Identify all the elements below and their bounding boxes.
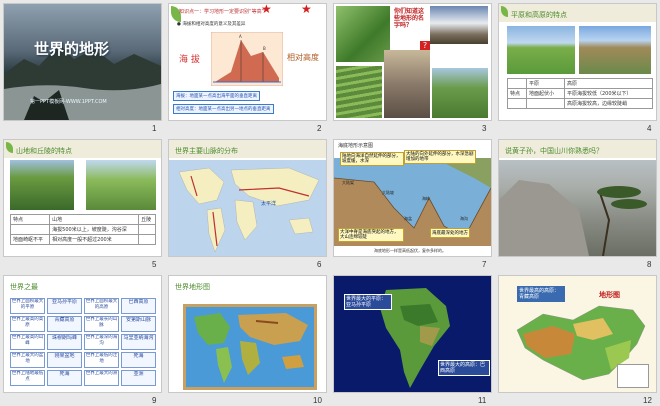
slide-number: 2 — [317, 124, 322, 133]
star-icon: ★ — [301, 4, 312, 16]
hill-photo — [86, 160, 156, 210]
slide-thumbnail-8[interactable]: 说黄子孙，中国山川你熟悉吗？ — [499, 140, 656, 256]
slide-heading: 世界主要山脉的分布 — [175, 147, 238, 155]
record-cell: 世界上最大的盆地 — [10, 352, 45, 368]
plateau-photo — [579, 26, 651, 74]
record-cell: 死海 — [47, 370, 82, 386]
slide-thumbnail-7[interactable]: 海底地形示意图 陆地向海洋自然延伸的部分，坡度缓，水深 大陆的向外延伸的部分，水… — [334, 140, 491, 256]
slide-subtitle: 第一PPT模板网-WWW.1PPT.COM — [30, 99, 107, 105]
label-shelf: 大陆架 — [342, 180, 354, 185]
plain-photo — [507, 26, 575, 74]
snow-mountain-photo — [430, 6, 488, 44]
record-cell: 珠穆朗玛峰 — [47, 334, 82, 350]
slide-number: 7 — [482, 260, 487, 269]
slide-caption: 海底地形一样是高低起伏，复杂多样的。 — [374, 248, 446, 253]
canyon-photo — [384, 50, 430, 118]
slide-thumbnail-4[interactable]: 平原和高原的特点 平原 高原 特点 地面起伏小 平原海拔较低（200米以下） 高原海拔… — [499, 4, 656, 120]
callout-trench: 海底最深处的地方 — [430, 228, 470, 238]
slide-number: 9 — [152, 396, 157, 405]
map-inset — [617, 364, 649, 388]
mountain-photo — [10, 160, 74, 210]
record-cell: 世界上最深的海沟 — [84, 334, 119, 350]
record-cell: 世界上最高的高原 — [10, 316, 45, 332]
hills-photo — [432, 68, 488, 118]
slide-thumbnail-5[interactable]: 山地和丘陵的特点 特点 山地 丘陵 海拔500米以上，坡度陡，沟谷深 地面崎岖不平相… — [4, 140, 161, 256]
callout-continental-shelf: 陆地向海洋自然延伸的部分，坡度缓，水深 — [340, 152, 404, 166]
label-brazil-plateau: 世界最大的高原：巴西高原 — [438, 360, 490, 376]
record-cell: 世界上最长的山脉 — [84, 316, 119, 332]
slide-number: 6 — [317, 260, 322, 269]
record-cell: 世界上最低的洼地 — [84, 352, 119, 368]
slide-number: 12 — [643, 396, 652, 405]
star-icon: ★ — [261, 4, 272, 16]
record-cell: 刚果盆地 — [47, 352, 82, 368]
topographic-continents — [194, 313, 308, 383]
slide-number: 10 — [313, 396, 322, 405]
slide-heading: 世界之最 — [10, 283, 38, 291]
slide-heading: 山地和丘陵的特点 — [16, 147, 72, 155]
definition-altitude: 海拔：地面某一点高出海平面的垂直距离 — [173, 91, 260, 101]
comparison-table: 平原 高原 特点 地面起伏小 平原海拔较低（200米以下） 高原海拔较高，边缘较陡峭 — [507, 78, 654, 109]
slide-thumbnail-12[interactable]: 世界最高的高原：青藏高原 地形图 — [499, 276, 656, 392]
callout-continental-slope: 大陆的向外延伸的部分，水深急剧增加的地带 — [404, 150, 476, 164]
record-cell: 青藏高原 — [47, 316, 82, 332]
ocean-label: 太平洋 — [261, 201, 277, 207]
record-cell: 安第斯山脉 — [121, 316, 156, 332]
callout-ocean-ridge: 大洋中脊是海底突起的地方，大山连绵较陡 — [338, 228, 404, 242]
record-cell: 亚马孙平原 — [47, 298, 82, 314]
record-cell: 世界上面积最大的平原 — [10, 298, 45, 314]
comparison-table: 特点 山地 丘陵 海拔500米以上，坡度陡，沟谷深 地面崎岖不平 相对高度一般不超过2… — [9, 214, 156, 245]
record-cell: 巴西高原 — [121, 298, 156, 314]
slide-heading: 平原和高原的特点 — [511, 11, 567, 19]
slide-thumbnail-1[interactable]: 世界的地形 第一PPT模板网-WWW.1PPT.COM — [4, 4, 161, 120]
slide-thumbnail-6[interactable]: 世界主要山脉的分布 太平洋 — [169, 140, 326, 256]
record-cell: 世界上最高的山峰 — [10, 334, 45, 350]
label-b: B — [263, 46, 266, 51]
slide-number: 3 — [482, 124, 487, 133]
slide-number: 11 — [478, 396, 487, 405]
slide-heading: 知识点一：学习地形一定要识别“等高” — [179, 9, 265, 15]
terrace-photo — [336, 66, 382, 118]
slide-thumbnail-3[interactable]: 你们知道这些地形的名字吗？ ? — [334, 4, 491, 120]
valley-photo — [336, 6, 390, 62]
label-ridge: 海岭 — [422, 196, 430, 201]
slide-heading: 说黄子孙，中国山川你熟悉吗？ — [505, 147, 603, 155]
slide-thumbnail-11[interactable]: 世界最大的平原：亚马孙平原 世界最大的高原：巴西高原 — [334, 276, 491, 392]
record-cell: 世界上面积最大的高原 — [84, 298, 119, 314]
slide-thumbnail-2[interactable]: 知识点一：学习地形一定要识别“等高” ★ ★ ● 海拔和相对高度的意义及其差异 … — [169, 4, 326, 120]
record-cell: 死海 — [121, 352, 156, 368]
slide-bullet: ● 海拔和相对高度的意义及其差异 — [177, 22, 246, 27]
slide-thumbnail-9[interactable]: 世界之最 世界上面积最大的平原 亚马孙平原 世界上面积最大的高原 巴西高原世界上最高的… — [4, 276, 161, 392]
slide-thumbnail-10[interactable]: 世界地形图 — [169, 276, 326, 392]
slide-title: 世界的地形 — [34, 40, 110, 58]
record-cell: 世界上最大的洲 — [84, 370, 119, 386]
rock-and-pine — [499, 180, 647, 256]
label-altitude: 海 拔 — [179, 55, 200, 65]
slide-number: 8 — [647, 260, 652, 269]
label-slope: 大陆坡 — [382, 190, 394, 195]
label-trench: 海沟 — [460, 216, 468, 221]
continents-shape — [178, 167, 320, 253]
record-cell: 世界上陆地最低点 — [10, 370, 45, 386]
slide-number: 4 — [647, 124, 652, 133]
slide-heading: 世界地形图 — [175, 283, 210, 291]
slide-question: 你们知道这些地形的名字吗？ — [394, 8, 425, 29]
slide-number: 5 — [152, 260, 157, 269]
label-a: A — [239, 34, 242, 39]
record-cell: 马里亚纳海沟 — [121, 334, 156, 350]
altitude-diagram — [211, 32, 283, 86]
definition-relative-height: 相对高度：地面某一点高出另一地点的垂直距离 — [173, 104, 274, 114]
label-relative-height: 相对高度 — [287, 53, 319, 62]
map-title: 地形图 — [599, 291, 620, 299]
label-basin: 海盆 — [404, 216, 412, 221]
record-cell: 亚洲 — [121, 370, 156, 386]
label-amazon-plain: 世界最大的平原：亚马孙平原 — [344, 294, 392, 310]
slide-number: 1 — [152, 124, 157, 133]
